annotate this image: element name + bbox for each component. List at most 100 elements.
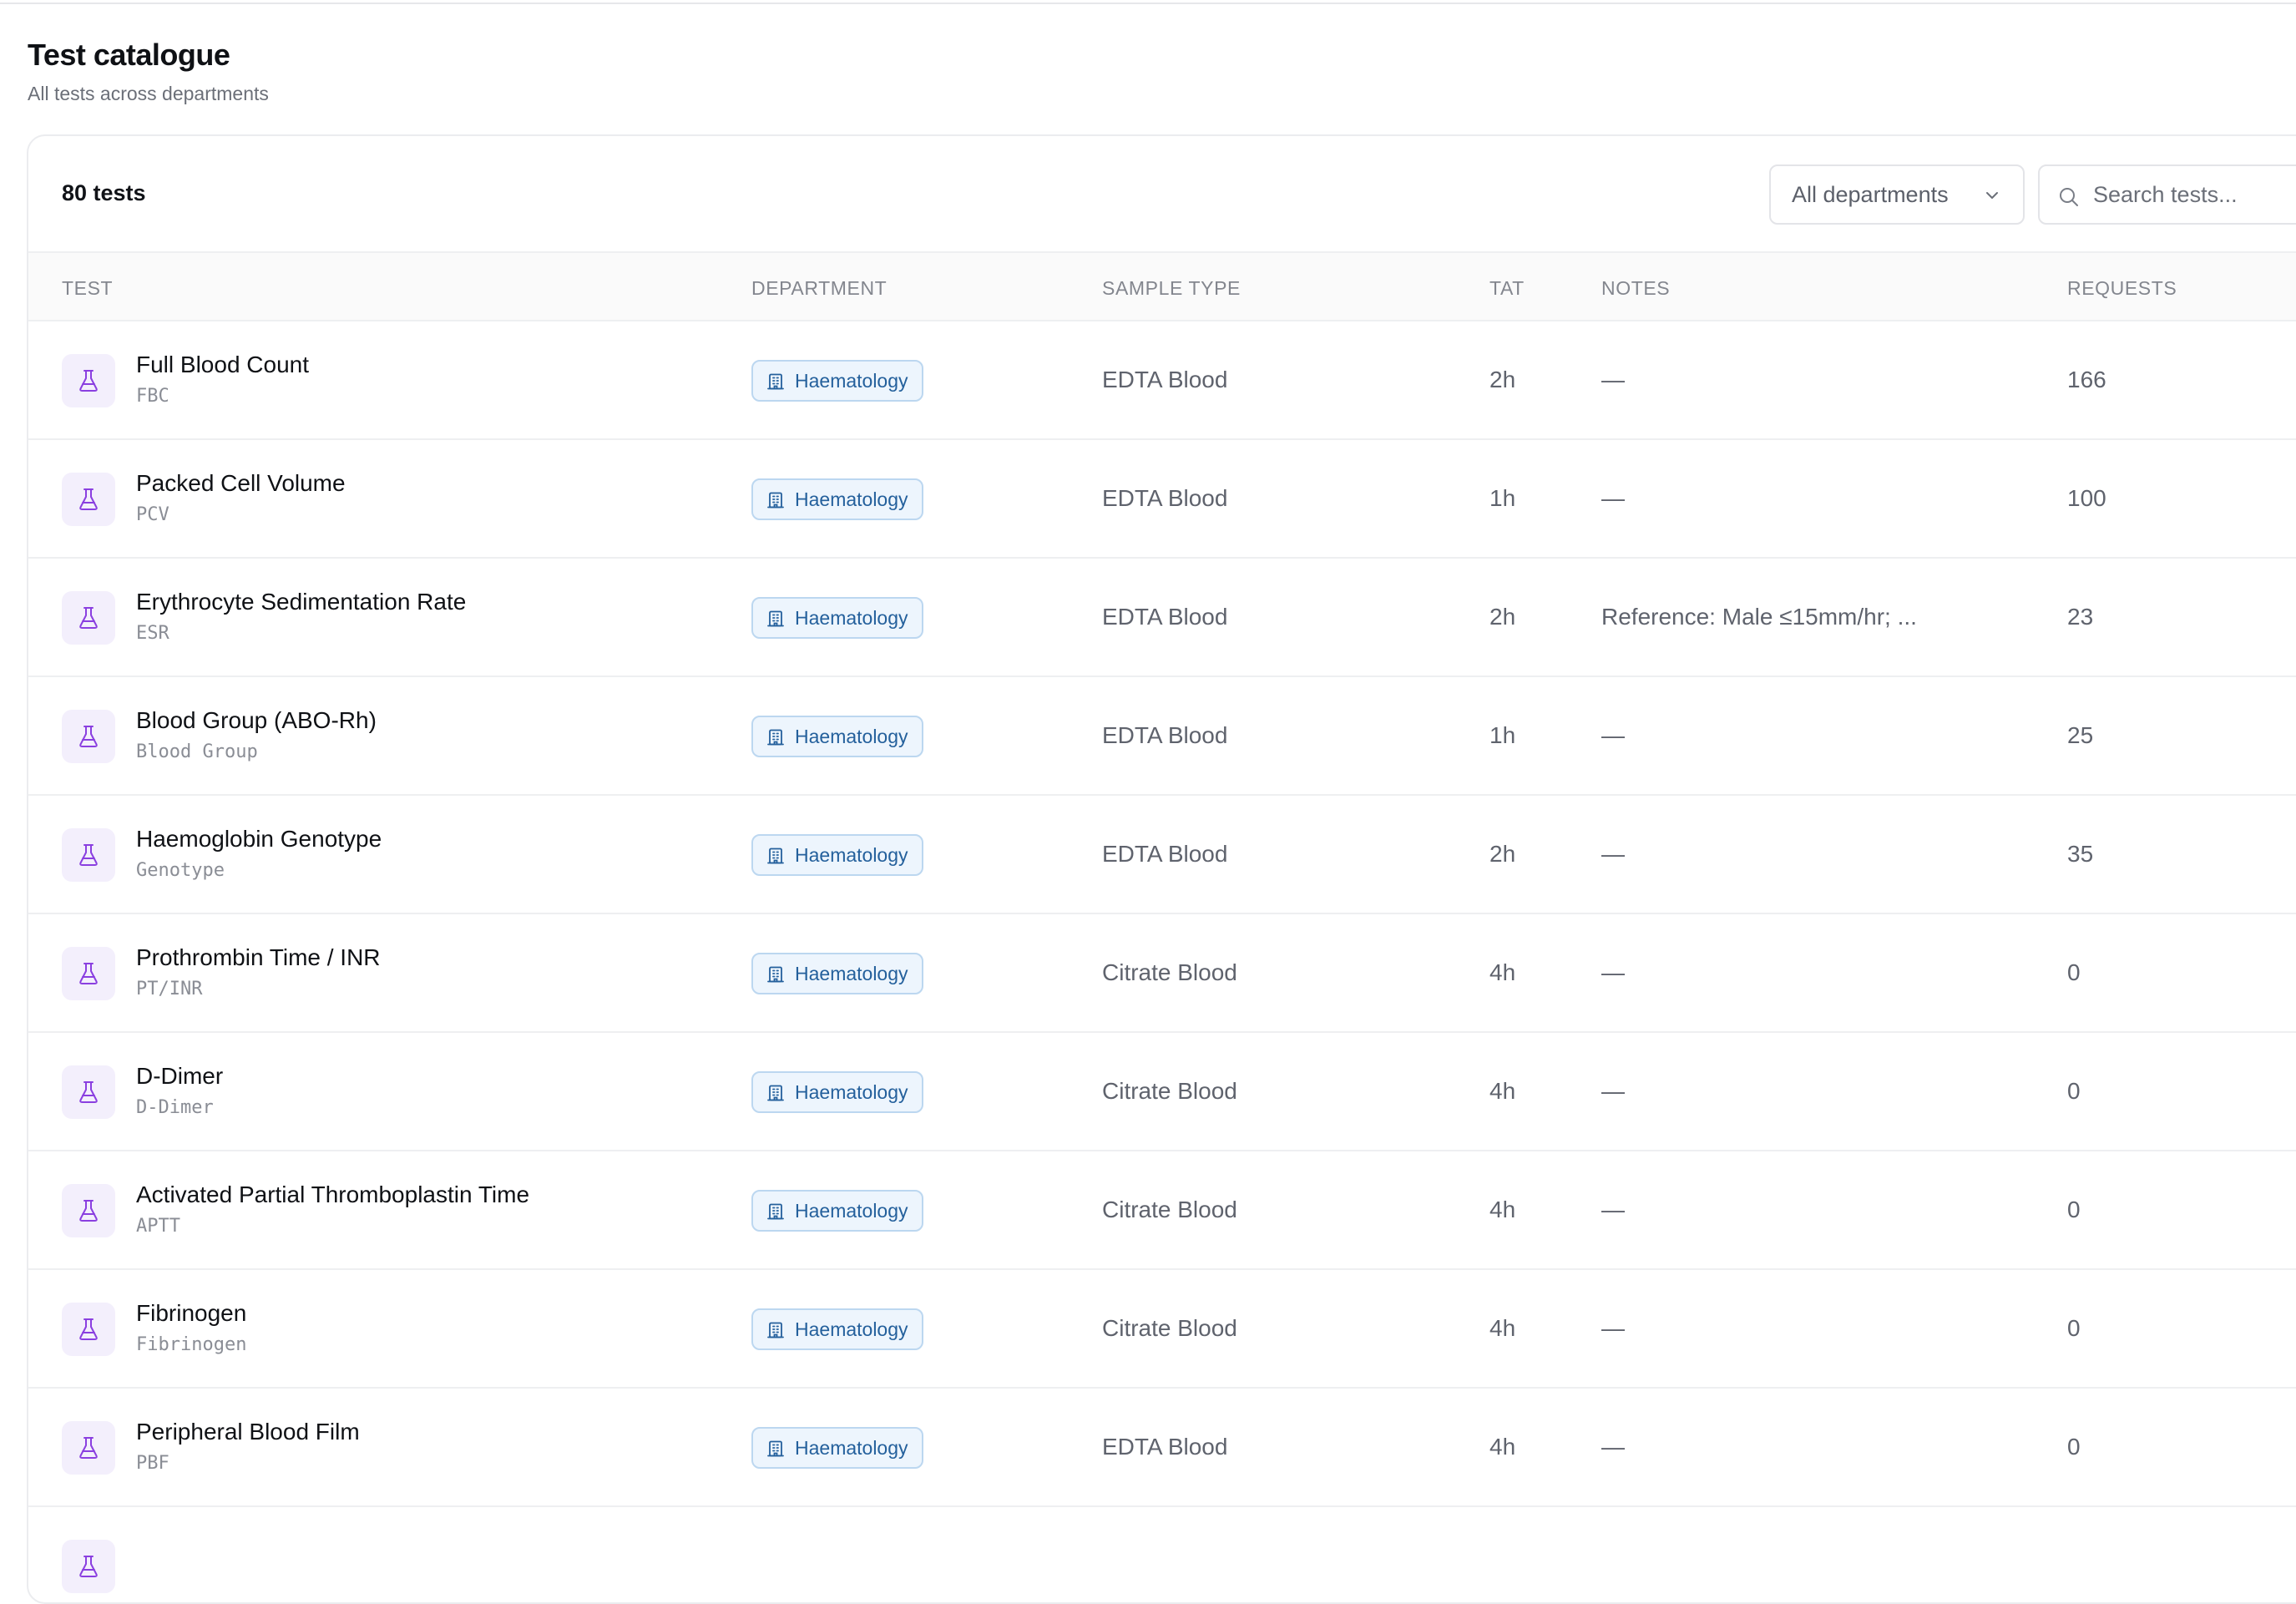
department-badge: Haematology bbox=[751, 953, 923, 994]
sample-type: EDTA Blood bbox=[1102, 722, 1228, 748]
department-badge-label: Haematology bbox=[795, 488, 908, 510]
request-count: 35 bbox=[2067, 841, 2094, 867]
table-row[interactable]: Erythrocyte Sedimentation Rate ESR Haema… bbox=[28, 559, 2296, 677]
table-row[interactable]: Packed Cell Volume PCV Haematology EDTA … bbox=[28, 440, 2296, 559]
sample-type: Citrate Blood bbox=[1102, 1078, 1237, 1104]
department-badge: Haematology bbox=[751, 1427, 923, 1469]
table-row[interactable]: Blood Group (ABO-Rh) Blood Group Haemato… bbox=[28, 677, 2296, 796]
department-badge: Haematology bbox=[751, 1190, 923, 1232]
department-badge: Haematology bbox=[751, 478, 923, 520]
test-name[interactable]: Blood Group (ABO-Rh) bbox=[136, 706, 377, 736]
test-icon-tile bbox=[62, 1421, 115, 1475]
test-icon-tile bbox=[62, 1303, 115, 1356]
column-header-tat[interactable]: TAT bbox=[1489, 276, 1525, 300]
building-icon bbox=[767, 966, 784, 983]
test-name[interactable]: Prothrombin Time / INR bbox=[136, 943, 381, 973]
building-icon bbox=[767, 492, 784, 509]
test-name[interactable]: D-Dimer bbox=[136, 1061, 223, 1091]
column-header-department[interactable]: DEPARTMENT bbox=[751, 276, 887, 300]
test-catalogue-card: 80 tests All departments TEST DEPARTMENT… bbox=[27, 134, 2296, 1604]
search-box[interactable] bbox=[2038, 164, 2296, 225]
test-icon-tile bbox=[62, 1184, 115, 1237]
top-divider bbox=[0, 0, 2296, 4]
column-header-notes[interactable]: NOTES bbox=[1601, 276, 1670, 300]
test-name[interactable]: Peripheral Blood Film bbox=[136, 1417, 360, 1447]
test-icon-tile bbox=[62, 947, 115, 1000]
sample-type: EDTA Blood bbox=[1102, 841, 1228, 867]
test-icon-tile bbox=[62, 473, 115, 526]
turnaround-time: 4h bbox=[1489, 1434, 1516, 1460]
department-badge: Haematology bbox=[751, 597, 923, 639]
table-row[interactable]: Activated Partial Thromboplastin Time AP… bbox=[28, 1151, 2296, 1270]
sample-type: Citrate Blood bbox=[1102, 1315, 1237, 1341]
table-row[interactable]: Full Blood Count FBC Haematology EDTA Bl… bbox=[28, 321, 2296, 440]
department-badge-label: Haematology bbox=[795, 725, 908, 747]
test-icon-tile bbox=[62, 591, 115, 645]
test-name[interactable]: Activated Partial Thromboplastin Time bbox=[136, 1180, 529, 1210]
table-row[interactable]: Haemoglobin Genotype Genotype Haematolog… bbox=[28, 796, 2296, 914]
turnaround-time: 2h bbox=[1489, 841, 1516, 867]
sample-type: EDTA Blood bbox=[1102, 604, 1228, 630]
table-row[interactable] bbox=[28, 1507, 2296, 1602]
notes: Reference: Male ≤15mm/hr; ... bbox=[1601, 604, 1917, 630]
department-filter-select[interactable]: All departments bbox=[1769, 164, 2025, 225]
request-count: 23 bbox=[2067, 604, 2094, 630]
test-name[interactable]: Erythrocyte Sedimentation Rate bbox=[136, 587, 466, 617]
department-badge-label: Haematology bbox=[795, 1318, 908, 1340]
test-icon-tile bbox=[62, 1540, 115, 1593]
test-icon-tile bbox=[62, 1065, 115, 1119]
test-code: PCV bbox=[136, 504, 169, 525]
test-code: PBF bbox=[136, 1453, 169, 1474]
search-input[interactable] bbox=[2093, 175, 2296, 215]
department-badge-label: Haematology bbox=[795, 1199, 908, 1222]
table-toolbar: 80 tests All departments bbox=[28, 136, 2296, 253]
sample-type: EDTA Blood bbox=[1102, 1434, 1228, 1460]
test-code: Fibrinogen bbox=[136, 1334, 247, 1355]
department-badge-label: Haematology bbox=[795, 843, 908, 866]
test-name[interactable]: Haemoglobin Genotype bbox=[136, 824, 382, 854]
department-badge: Haematology bbox=[751, 1071, 923, 1113]
building-icon bbox=[767, 1085, 784, 1101]
test-code: PT/INR bbox=[136, 979, 203, 999]
table-row[interactable]: Peripheral Blood Film PBF Haematology ED… bbox=[28, 1389, 2296, 1507]
request-count: 0 bbox=[2067, 1078, 2081, 1104]
building-icon bbox=[767, 610, 784, 627]
table-row[interactable]: D-Dimer D-Dimer Haematology Citrate Bloo… bbox=[28, 1033, 2296, 1151]
table-row[interactable]: Fibrinogen Fibrinogen Haematology Citrat… bbox=[28, 1270, 2296, 1389]
turnaround-time: 4h bbox=[1489, 1315, 1516, 1341]
test-name[interactable]: Packed Cell Volume bbox=[136, 468, 346, 498]
column-header-requests[interactable]: REQUESTS bbox=[2067, 276, 2177, 300]
flask-icon bbox=[79, 963, 98, 984]
table-row[interactable]: Prothrombin Time / INR PT/INR Haematolog… bbox=[28, 914, 2296, 1033]
test-icon-tile bbox=[62, 354, 115, 407]
search-icon bbox=[2060, 188, 2078, 206]
department-badge-label: Haematology bbox=[795, 606, 908, 629]
sample-type: EDTA Blood bbox=[1102, 367, 1228, 392]
turnaround-time: 1h bbox=[1489, 722, 1516, 748]
test-count: 80 tests bbox=[62, 180, 146, 205]
flask-icon bbox=[79, 1437, 98, 1459]
test-icon-tile bbox=[62, 828, 115, 882]
department-badge: Haematology bbox=[751, 1308, 923, 1350]
test-name[interactable]: Full Blood Count bbox=[136, 350, 309, 380]
test-code: APTT bbox=[136, 1216, 180, 1237]
flask-icon bbox=[79, 607, 98, 629]
page-subtitle: All tests across departments bbox=[28, 83, 269, 104]
request-count: 0 bbox=[2067, 959, 2081, 985]
notes: — bbox=[1601, 1197, 1625, 1222]
test-name[interactable]: Fibrinogen bbox=[136, 1298, 246, 1328]
request-count: 166 bbox=[2067, 367, 2106, 392]
table-body: Full Blood Count FBC Haematology EDTA Bl… bbox=[28, 321, 2296, 1602]
department-badge-label: Haematology bbox=[795, 1080, 908, 1103]
column-header-test[interactable]: TEST bbox=[62, 276, 113, 300]
column-header-sample-type[interactable]: SAMPLE TYPE bbox=[1102, 276, 1241, 300]
notes: — bbox=[1601, 1434, 1625, 1460]
building-icon bbox=[767, 848, 784, 864]
chevron-down-icon bbox=[1986, 192, 1998, 199]
notes: — bbox=[1601, 722, 1625, 748]
department-badge: Haematology bbox=[751, 360, 923, 402]
request-count: 100 bbox=[2067, 485, 2106, 511]
notes: — bbox=[1601, 367, 1625, 392]
flask-icon bbox=[79, 1556, 98, 1577]
sample-type: EDTA Blood bbox=[1102, 485, 1228, 511]
